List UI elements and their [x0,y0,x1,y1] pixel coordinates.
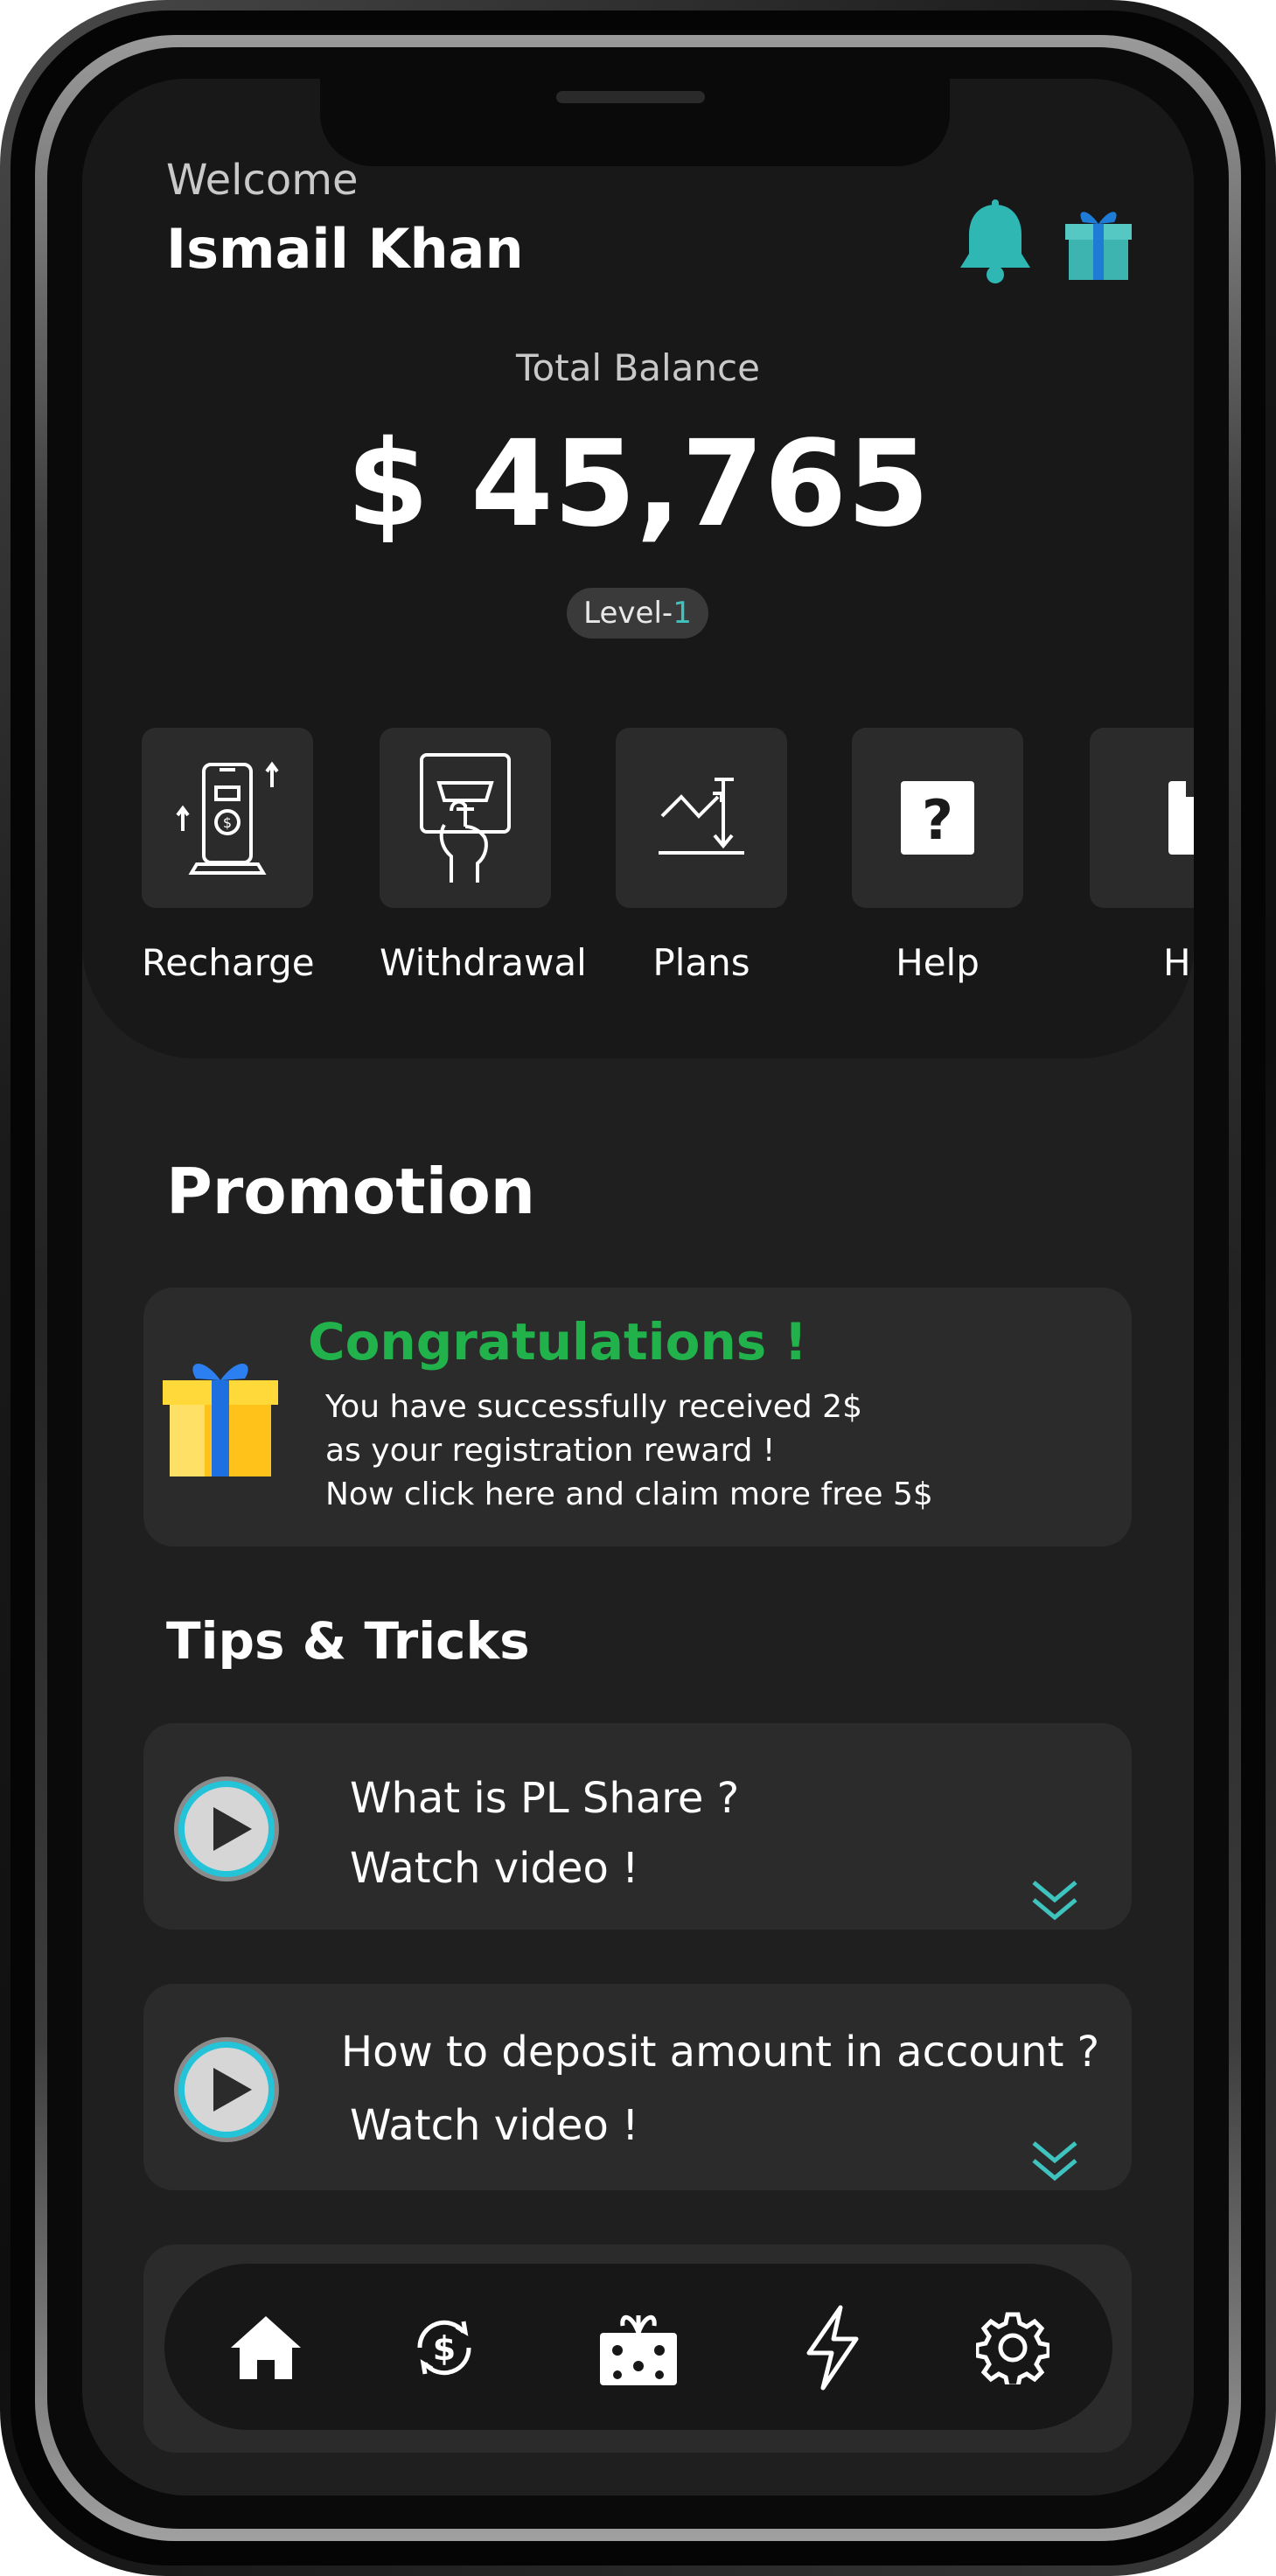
tip-card[interactable]: How to deposit amount in account ? Watch… [143,1984,1132,2190]
home-icon [231,2316,301,2379]
phone-recharge-icon: $ [176,761,279,875]
plans-action[interactable]: Plans [616,728,787,984]
atm-withdrawal-icon [420,753,511,883]
tip-title: What is PL Share ? [350,1774,740,1823]
total-balance-value: $ 45,765 [346,415,930,554]
chevron-down-icon[interactable] [1028,2138,1081,2187]
help-action[interactable]: ? Help [852,728,1023,984]
tip-card[interactable]: What is PL Share ? Watch video ! [143,1723,1132,1930]
svg-text:$: $ [223,814,232,831]
promotion-line-2: as your registration reward ! [325,1433,776,1469]
welcome-text: Welcome [166,156,359,205]
play-icon[interactable] [171,1774,282,1884]
user-name: Ismail Khan [166,217,524,281]
promotion-line-3: Now click here and claim more free 5$ [325,1476,933,1512]
level-badge: Level-1 [567,588,708,639]
tips-title: Tips & Tricks [166,1611,530,1671]
tip-title: How to deposit amount in account ? [341,2028,1100,2077]
partial-tile[interactable] [1090,728,1194,908]
partial-action[interactable]: H [1090,728,1194,984]
app-screen: Welcome Ismail Khan Total Balance $ 45,7… [82,79,1194,2496]
phone-notch [320,79,950,166]
header-panel: Welcome Ismail Khan Total Balance $ 45,7… [82,79,1194,1058]
tip-cta[interactable]: Watch video ! [350,2101,638,2150]
svg-text:?: ? [922,788,953,852]
plans-tile[interactable] [616,728,787,908]
bottom-nav-panel: $ [143,2244,1132,2453]
bottom-nav-bar: $ [164,2264,1112,2430]
recharge-action[interactable]: $ Recharge [142,728,315,984]
promotion-card[interactable]: Congratulations ! You have successfully … [143,1288,1132,1546]
plans-chart-icon [659,778,744,855]
lightning-icon [806,2305,859,2391]
nav-rewards[interactable] [595,2304,682,2391]
currency-exchange-icon: $ [417,2320,471,2376]
recharge-tile[interactable]: $ [142,728,313,908]
chevron-down-icon[interactable] [1028,1877,1081,1926]
gift-icon[interactable] [1062,198,1135,282]
partial-label: H [1163,941,1191,984]
nav-lightning[interactable] [789,2304,876,2391]
plans-label: Plans [652,941,750,984]
promotion-line-1: You have successfully received 2$ [325,1389,862,1425]
promotion-title: Promotion [166,1155,536,1228]
settings-icon [976,2312,1049,2384]
promotion-heading: Congratulations ! [308,1312,807,1372]
help-question-icon: ? [901,781,974,855]
level-prefix: Level- [583,596,673,631]
nav-exchange[interactable]: $ [401,2304,488,2391]
svg-text:$: $ [433,2329,456,2368]
total-balance-label: Total Balance [516,346,760,389]
withdrawal-action[interactable]: Withdrawal [380,728,587,984]
nav-home[interactable] [222,2304,310,2391]
bell-icon[interactable] [957,199,1034,283]
help-label: Help [896,941,980,984]
gift-box-icon [600,2315,677,2385]
gift-box-icon [163,1363,278,1476]
withdrawal-label: Withdrawal [380,941,587,984]
help-tile[interactable]: ? [852,728,1023,908]
play-icon[interactable] [171,2035,282,2145]
level-number: 1 [673,596,692,631]
nav-settings[interactable] [969,2304,1056,2391]
tip-cta[interactable]: Watch video ! [350,1844,638,1893]
recharge-label: Recharge [142,941,315,984]
withdrawal-tile[interactable] [380,728,551,908]
partial-icon [1168,781,1194,855]
